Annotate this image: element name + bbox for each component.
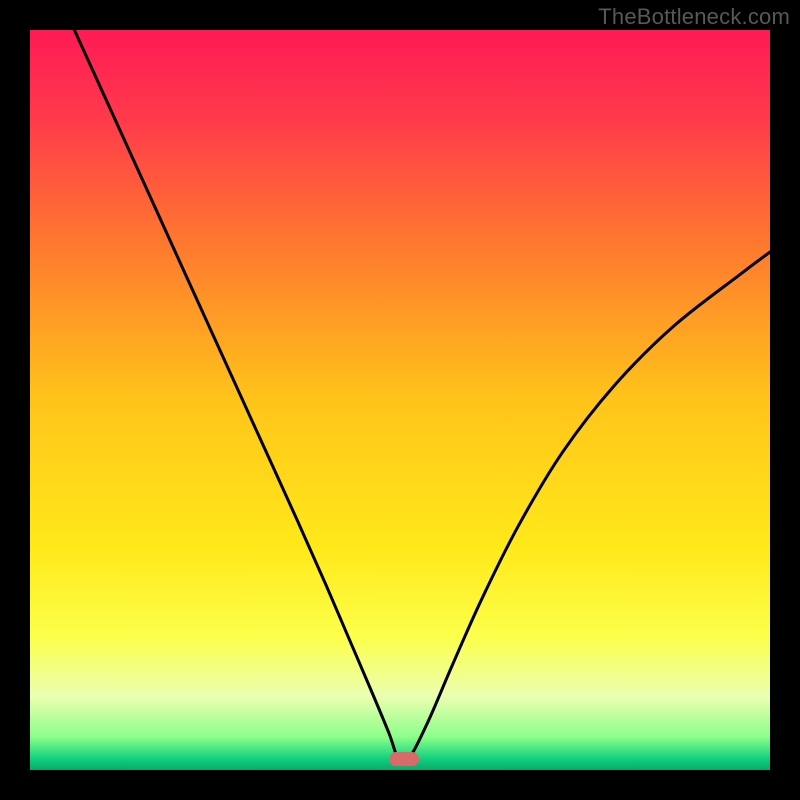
watermark-text: TheBottleneck.com [598, 4, 790, 30]
chart-frame: TheBottleneck.com [0, 0, 800, 800]
optimum-marker [389, 752, 419, 766]
plot-svg [30, 30, 770, 770]
plot-area [30, 30, 770, 770]
gradient-background [30, 30, 770, 770]
